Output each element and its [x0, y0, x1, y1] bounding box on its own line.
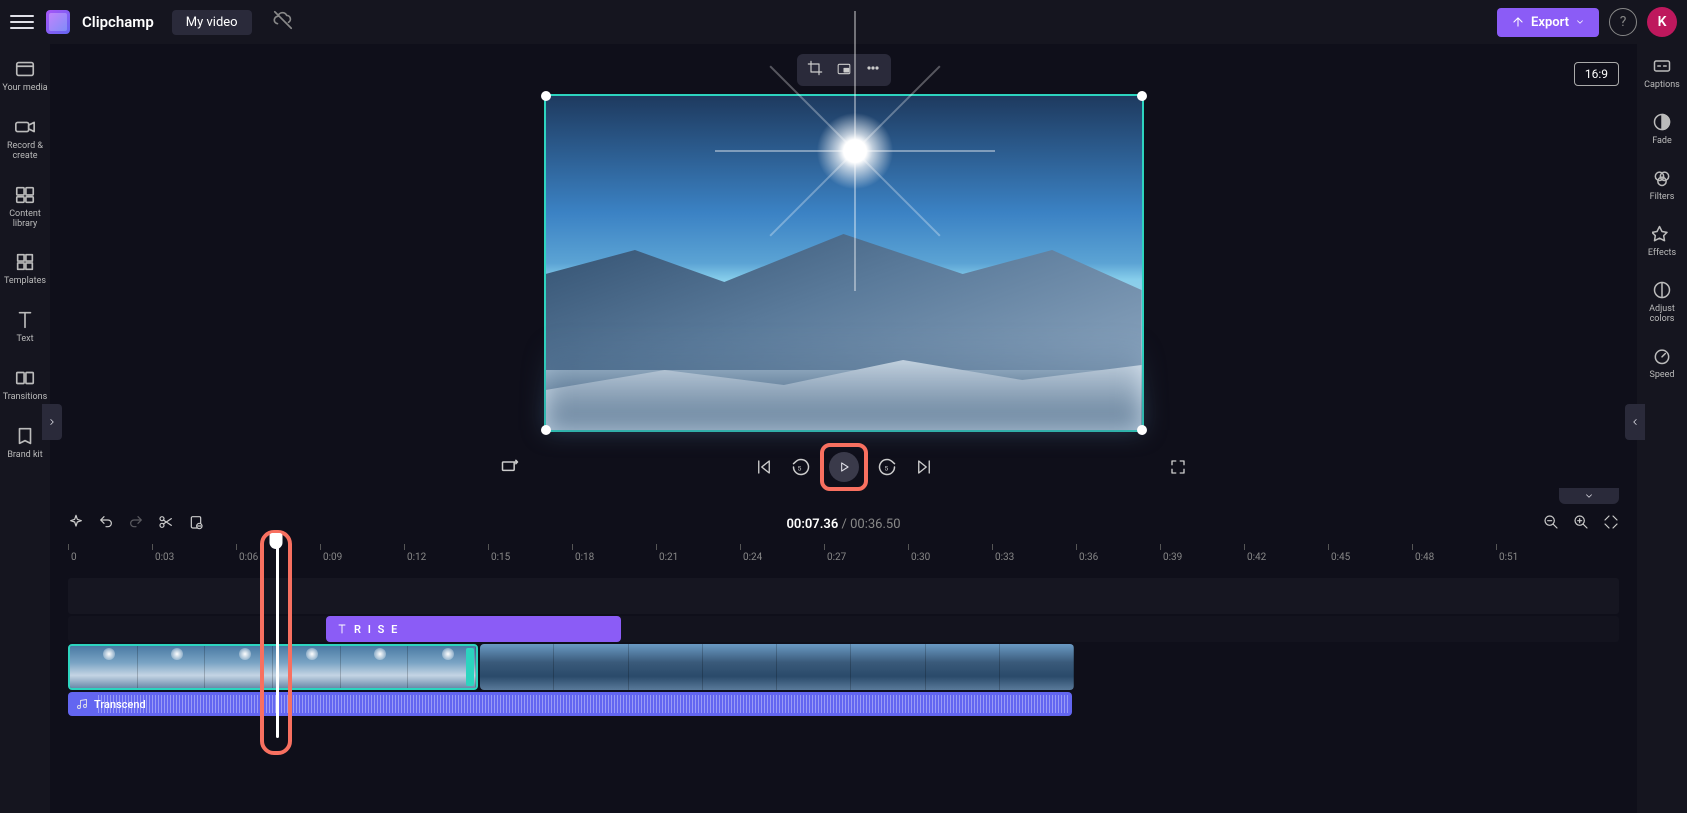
rightbar-speed[interactable]: Speed: [1649, 346, 1674, 380]
sidebar-record-create[interactable]: Record & create: [0, 114, 50, 164]
timeline-tracks: R I S E Transcend: [68, 578, 1619, 716]
back-5s-icon[interactable]: 5: [791, 457, 811, 477]
left-sidebar: Your media Record & create Content libra…: [0, 44, 50, 813]
export-label: Export: [1531, 15, 1569, 30]
playback-controls: 5 5: [50, 445, 1637, 489]
audio-track[interactable]: Transcend: [68, 692, 1619, 716]
user-avatar[interactable]: K: [1647, 7, 1677, 37]
rightbar-effects[interactable]: Effects: [1648, 224, 1676, 258]
resize-handle-bl[interactable]: [541, 425, 551, 435]
audio-clip[interactable]: Transcend: [68, 692, 1072, 716]
delete-icon[interactable]: [188, 514, 204, 534]
resize-handle-br[interactable]: [1137, 425, 1147, 435]
menu-icon[interactable]: [10, 10, 34, 34]
crop-icon[interactable]: [807, 60, 823, 80]
video-clip-1[interactable]: [68, 644, 478, 690]
undo-icon[interactable]: [98, 514, 114, 534]
svg-text:5: 5: [884, 464, 888, 472]
split-icon[interactable]: [158, 514, 174, 534]
zoom-out-icon[interactable]: [1543, 514, 1559, 534]
export-button[interactable]: Export: [1497, 8, 1599, 37]
timeline-toolbar: 00:07.36 / 00:36.50: [68, 510, 1619, 538]
app-logo-icon: [46, 10, 70, 34]
sidebar-text[interactable]: Text: [0, 307, 50, 347]
text-clip[interactable]: R I S E: [326, 616, 621, 642]
more-icon[interactable]: [865, 60, 881, 80]
redo-icon[interactable]: [128, 514, 144, 534]
effects-toggle-icon[interactable]: [500, 457, 520, 477]
sidebar-content-library[interactable]: Content library: [0, 182, 50, 232]
top-bar: Clipchamp My video Export ? K: [0, 0, 1687, 44]
svg-text:5: 5: [797, 464, 801, 472]
sidebar-your-media[interactable]: Your media: [0, 56, 50, 96]
video-preview[interactable]: [544, 94, 1144, 432]
play-button[interactable]: [829, 452, 859, 482]
right-sidebar: Captions Fade Filters Effects Adjust col…: [1637, 44, 1687, 813]
current-time: 00:07.36: [786, 517, 838, 532]
forward-5s-icon[interactable]: 5: [877, 457, 897, 477]
crop-toolbar: [797, 54, 891, 86]
video-clip-2[interactable]: [480, 644, 1074, 690]
resize-handle-tr[interactable]: [1137, 91, 1147, 101]
rightbar-fade[interactable]: Fade: [1652, 112, 1672, 146]
zoom-in-icon[interactable]: [1573, 514, 1589, 534]
rightbar-captions[interactable]: Captions: [1644, 56, 1680, 90]
help-icon[interactable]: ?: [1609, 8, 1637, 36]
video-track[interactable]: [68, 644, 1619, 690]
project-title[interactable]: My video: [172, 10, 252, 35]
timecode-display: 00:07.36 / 00:36.50: [786, 517, 900, 532]
audio-clip-label: Transcend: [94, 698, 146, 711]
fullscreen-icon[interactable]: [1169, 458, 1187, 476]
brand-name: Clipchamp: [82, 13, 154, 31]
rightbar-filters[interactable]: Filters: [1650, 168, 1675, 202]
timeline: 00:07.36 / 00:36.50 00:030:060:090:120:1…: [50, 500, 1637, 813]
text-track[interactable]: R I S E: [68, 616, 1619, 642]
sidebar-templates[interactable]: Templates: [0, 249, 50, 289]
empty-track[interactable]: [68, 578, 1619, 614]
preview-area: 16:9: [50, 44, 1637, 489]
aspect-ratio-button[interactable]: 16:9: [1574, 62, 1619, 86]
sync-off-icon[interactable]: [272, 9, 294, 35]
timeline-ruler[interactable]: 00:030:060:090:120:150:180:210:240:270:3…: [68, 544, 1619, 572]
total-time: 00:36.50: [850, 517, 900, 532]
ai-icon[interactable]: [68, 514, 84, 534]
zoom-fit-icon[interactable]: [1603, 514, 1619, 534]
rightbar-adjust-colors[interactable]: Adjust colors: [1637, 280, 1687, 324]
skip-forward-icon[interactable]: [915, 458, 933, 476]
sidebar-transitions[interactable]: Transitions: [0, 365, 50, 405]
pip-icon[interactable]: [835, 61, 853, 80]
resize-handle-tl[interactable]: [541, 91, 551, 101]
skip-back-icon[interactable]: [755, 458, 773, 476]
text-clip-label: R I S E: [354, 623, 399, 636]
